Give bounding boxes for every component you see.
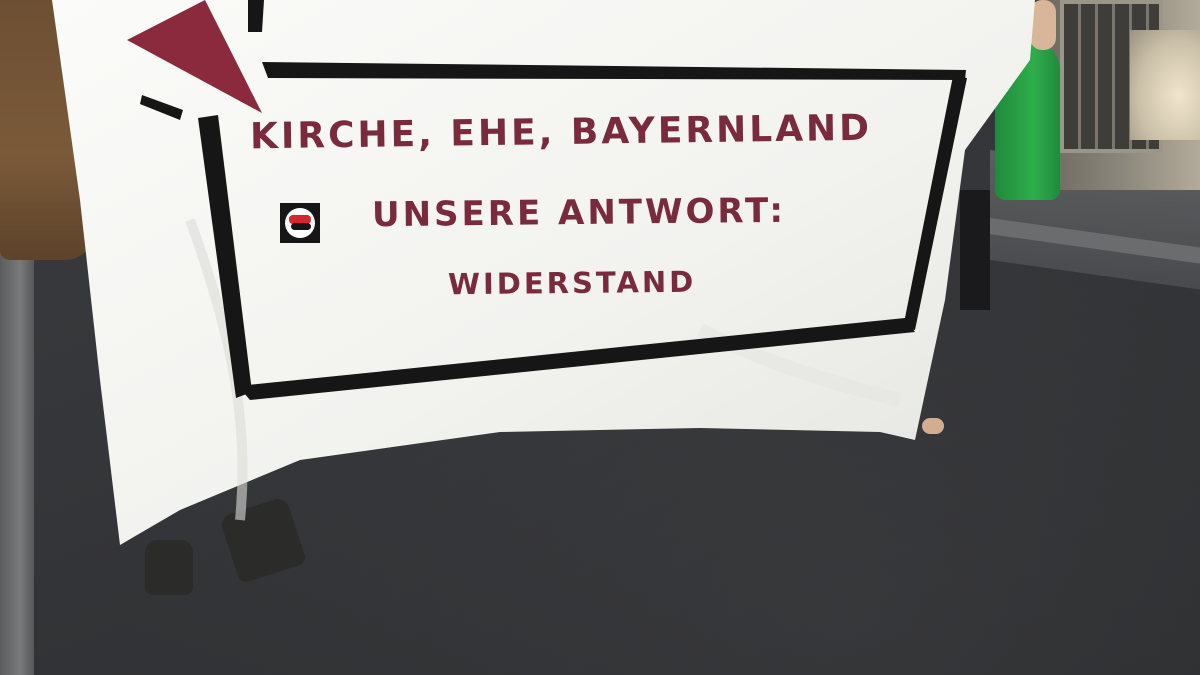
badge-black-flag <box>291 223 311 230</box>
banner-line-1: KIRCHE, EHE, BAYERNLAND <box>249 107 873 158</box>
antifa-flag-icon <box>280 203 320 243</box>
banner-line-2: UNSERE ANTWORT: <box>371 190 787 236</box>
banner-line-3: WIDERSTAND <box>447 264 697 302</box>
street-scene: KIRCHE, EHE, BAYERNLAND UNSERE ANTWORT: … <box>0 0 1200 675</box>
brush-mark <box>248 0 264 32</box>
protest-banner <box>52 0 1035 545</box>
